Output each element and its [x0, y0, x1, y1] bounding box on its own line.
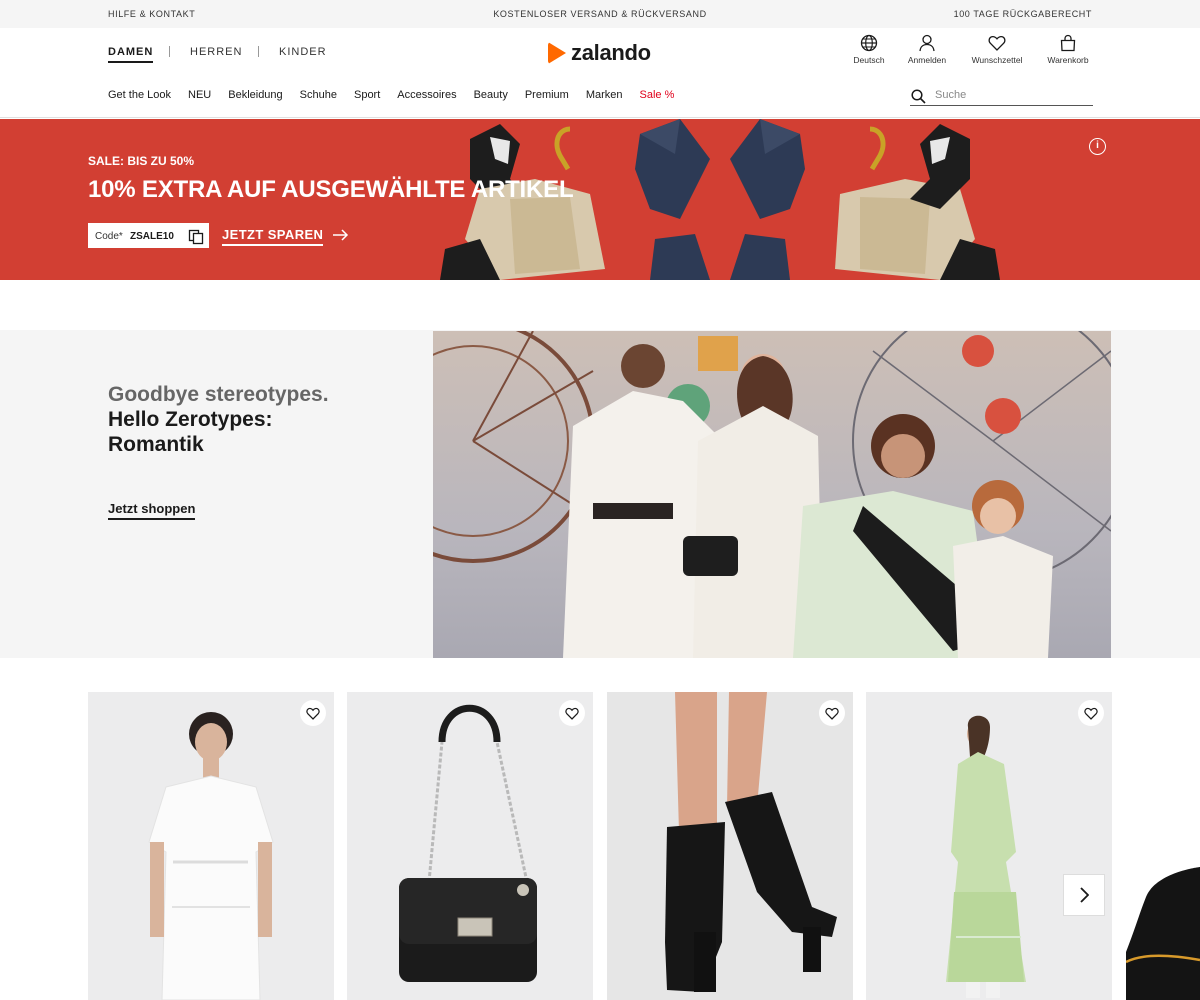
- category-nav: Get the Look NEU Bekleidung Schuhe Sport…: [108, 89, 691, 101]
- return-policy-notice: 100 TAGE RÜCKGABERECHT: [953, 9, 1092, 19]
- product-card-green-dress[interactable]: [866, 692, 1112, 1000]
- heart-icon: [1084, 707, 1098, 720]
- nav-accessoires[interactable]: Accessoires: [397, 89, 456, 101]
- carousel-next-button[interactable]: [1063, 874, 1105, 916]
- banner-eyebrow: SALE: BIS ZU 50%: [88, 154, 195, 168]
- editorial-title-line-3: Romantik: [108, 433, 204, 456]
- editorial-title-line-2: Hello Zerotypes:: [108, 408, 273, 431]
- sale-banner[interactable]: SALE: BIS ZU 50% 10% EXTRA AUF AUSGEWÄHL…: [0, 119, 1200, 280]
- login-button[interactable]: Anmelden: [897, 34, 957, 65]
- globe-icon: [860, 34, 878, 52]
- copy-icon[interactable]: [188, 229, 204, 245]
- nav-bekleidung[interactable]: Bekleidung: [228, 89, 282, 101]
- info-icon[interactable]: i: [1089, 138, 1106, 155]
- gender-divider: [258, 46, 259, 57]
- voucher-code-value: ZSALE10: [130, 231, 174, 242]
- zalando-logo[interactable]: zalando: [548, 40, 651, 66]
- jetzt-shoppen-link[interactable]: Jetzt shoppen: [108, 501, 196, 520]
- product-image: [607, 692, 853, 1000]
- product-image: [1126, 692, 1200, 1000]
- language-label: Deutsch: [853, 55, 885, 65]
- search-input[interactable]: [935, 87, 1090, 103]
- login-label: Anmelden: [907, 55, 947, 65]
- nav-marken[interactable]: Marken: [586, 89, 623, 101]
- nav-neu[interactable]: NEU: [188, 89, 211, 101]
- product-card-ankle-boots[interactable]: [607, 692, 853, 1000]
- search-bar[interactable]: [910, 87, 1093, 106]
- cart-button[interactable]: Warenkorb: [1038, 34, 1098, 65]
- jetzt-sparen-link[interactable]: JETZT SPAREN: [222, 227, 324, 246]
- wishlist-label: Wunschzettel: [971, 55, 1023, 65]
- nav-get-the-look[interactable]: Get the Look: [108, 89, 171, 101]
- nav-beauty[interactable]: Beauty: [474, 89, 508, 101]
- product-image: [866, 692, 1112, 1000]
- product-card-partial[interactable]: [1126, 692, 1200, 1000]
- cart-label: Warenkorb: [1047, 55, 1089, 65]
- product-card-handbag[interactable]: [347, 692, 593, 1000]
- arrow-right-icon[interactable]: [333, 229, 349, 241]
- product-card-white-dress[interactable]: [88, 692, 334, 1000]
- logo-triangle-icon: [548, 42, 566, 64]
- chevron-right-icon: [1080, 887, 1089, 903]
- search-icon[interactable]: [911, 89, 926, 104]
- nav-sport[interactable]: Sport: [354, 89, 380, 101]
- product-image: [88, 692, 334, 1000]
- tab-damen[interactable]: DAMEN: [108, 46, 154, 63]
- tab-kinder[interactable]: KINDER: [279, 46, 327, 58]
- site-header: DAMEN HERREN KINDER zalando Deutsch Anme…: [0, 28, 1200, 118]
- language-button[interactable]: Deutsch: [839, 34, 899, 65]
- nav-premium[interactable]: Premium: [525, 89, 569, 101]
- wishlist-toggle[interactable]: [819, 700, 845, 726]
- gender-divider: [169, 46, 170, 57]
- campaign-photo: [433, 331, 1111, 658]
- editorial-campaign-image[interactable]: [433, 331, 1111, 658]
- logo-wordmark: zalando: [571, 40, 651, 65]
- heart-icon: [988, 35, 1006, 51]
- top-utility-bar: HILFE & KONTAKT KOSTENLOSER VERSAND & RÜ…: [0, 0, 1200, 28]
- product-image: [347, 692, 593, 1000]
- nav-schuhe[interactable]: Schuhe: [300, 89, 337, 101]
- wishlist-button[interactable]: Wunschzettel: [967, 34, 1027, 65]
- editorial-title-line-1: Goodbye stereotypes.: [108, 383, 329, 406]
- wishlist-toggle[interactable]: [1078, 700, 1104, 726]
- wishlist-toggle[interactable]: [300, 700, 326, 726]
- wishlist-toggle[interactable]: [559, 700, 585, 726]
- nav-sale[interactable]: Sale %: [640, 89, 675, 101]
- banner-headline: 10% EXTRA AUF AUSGEWÄHLTE ARTIKEL: [88, 176, 574, 203]
- tab-herren[interactable]: HERREN: [190, 46, 242, 58]
- voucher-code-box[interactable]: Code* ZSALE10: [88, 223, 209, 248]
- heart-icon: [306, 707, 320, 720]
- heart-icon: [825, 707, 839, 720]
- bag-icon: [1060, 34, 1076, 52]
- heart-icon: [565, 707, 579, 720]
- voucher-code-label: Code*: [95, 231, 123, 242]
- user-icon: [919, 34, 935, 52]
- editorial-teaser: Goodbye stereotypes. Hello Zerotypes: Ro…: [0, 330, 1200, 658]
